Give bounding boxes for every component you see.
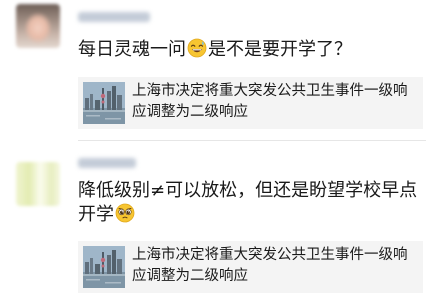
avatar[interactable] [16, 162, 60, 206]
link-card[interactable]: 上海市决定将重大突发公共卫生事件一级响应调整为二级响应 [78, 77, 423, 129]
comment-text: 降低级别≠可以放松，但还是盼望学校早点开学 [78, 179, 428, 227]
shanghai-skyline-thumbnail-icon [83, 82, 125, 124]
comment-item: 每日灵魂一问 是不是要开学了？ 上海市决定将重大突发公共卫生事件一级响应调整为二… [0, 0, 438, 140]
avatar[interactable] [16, 4, 60, 48]
link-card-title: 上海市决定将重大突发公共卫生事件一级响应调整为二级响应 [132, 247, 408, 284]
comment-text: 每日灵魂一问 是不是要开学了？ [78, 38, 428, 62]
username-redacted[interactable] [78, 158, 136, 168]
comment-text-after: 是不是要开学了？ [208, 39, 352, 60]
shanghai-skyline-thumbnail-icon [83, 246, 125, 288]
link-card[interactable]: 上海市决定将重大突发公共卫生事件一级响应调整为二级响应 [78, 241, 423, 293]
grinning-sweat-emoji-icon [187, 38, 207, 58]
comment-text-before: 每日灵魂一问 [78, 39, 186, 60]
comment-item: 降低级别≠可以放松，但还是盼望学校早点开学 上海市决定将重大突发公共卫生事件一级… [0, 140, 438, 305]
username-redacted[interactable] [78, 12, 150, 22]
pleading-face-emoji-icon [115, 203, 135, 223]
comment-feed: 每日灵魂一问 是不是要开学了？ 上海市决定将重大突发公共卫生事件一级响应调整为二… [0, 0, 438, 305]
link-card-title: 上海市决定将重大突发公共卫生事件一级响应调整为二级响应 [132, 83, 408, 120]
